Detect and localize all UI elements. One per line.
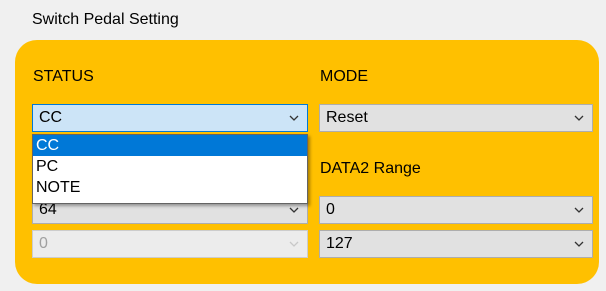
data1-max-select: 0 — [32, 230, 308, 258]
status-option-note[interactable]: NOTE — [33, 177, 307, 198]
data2-max-select-value: 127 — [326, 235, 353, 252]
chevron-down-icon — [289, 115, 299, 121]
mode-select-value: Reset — [326, 109, 368, 126]
chevron-down-icon — [289, 207, 299, 213]
status-option-pc[interactable]: PC — [33, 156, 307, 177]
chevron-down-icon — [574, 241, 584, 247]
status-select[interactable]: CC — [32, 104, 308, 132]
data1-max-select-value: 0 — [39, 235, 48, 252]
status-option-cc[interactable]: CC — [33, 135, 307, 156]
mode-label: MODE — [320, 68, 368, 85]
group-title: Switch Pedal Setting — [32, 11, 179, 28]
status-label: STATUS — [33, 68, 94, 85]
chevron-down-icon — [574, 207, 584, 213]
data2-min-select-value: 0 — [326, 201, 335, 218]
data2-max-select[interactable]: 127 — [319, 230, 593, 258]
data2-min-select[interactable]: 0 — [319, 196, 593, 224]
status-select-value: CC — [39, 109, 63, 126]
data2-range-label: DATA2 Range — [320, 160, 421, 177]
status-dropdown-list: CC PC NOTE — [32, 134, 308, 204]
chevron-down-icon — [289, 241, 299, 247]
chevron-down-icon — [574, 115, 584, 121]
mode-select[interactable]: Reset — [319, 104, 593, 132]
